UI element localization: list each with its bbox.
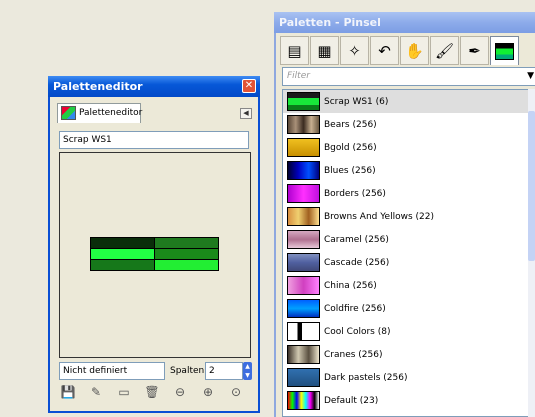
tab-paths-icon[interactable]: ✧: [340, 36, 369, 65]
scrollbar-thumb[interactable]: [528, 111, 535, 261]
palette-list-item-label: Scrap WS1 (6): [324, 96, 389, 107]
palette-list-item[interactable]: China (256): [283, 274, 530, 297]
palette-list-item-label: Caramel (256): [324, 234, 389, 245]
palette-list-item-label: Browns And Yellows (22): [324, 211, 434, 222]
swatch-cell[interactable]: [91, 249, 154, 259]
palette-list-item[interactable]: Cranes (256): [283, 343, 530, 366]
palette-thumbnail: [287, 161, 320, 180]
palette-list-item[interactable]: Dark pastels (256): [283, 366, 530, 389]
tab-palette-editor-label: Paletteneditor: [79, 108, 143, 118]
palette-list-item-label: Bears (256): [324, 119, 377, 130]
palette-list-item[interactable]: Coldfire (256): [283, 297, 530, 320]
palette-thumbnail: [287, 184, 320, 203]
palettes-title: Paletten - Pinsel: [279, 16, 381, 29]
palette-list-item-label: Cranes (256): [324, 349, 383, 360]
palette-thumbnail: [287, 138, 320, 157]
palette-thumbnail: [287, 207, 320, 226]
swatch-cell[interactable]: [155, 260, 218, 270]
dock-tabs: ▤ ▦ ✧ ↶ ✋ 🖌 ✒: [280, 36, 535, 67]
palette-thumbnail: [287, 345, 320, 364]
color-name-field[interactable]: Nicht definiert: [59, 362, 165, 380]
palette-list-item-label: Coldfire (256): [324, 303, 386, 314]
palette-list-item-label: China (256): [324, 280, 377, 291]
palette-icon: [61, 106, 76, 120]
close-icon[interactable]: ✕: [242, 79, 256, 93]
palette-list-item-label: Cascade (256): [324, 257, 390, 268]
save-icon[interactable]: 💾: [59, 383, 77, 401]
columns-spinner[interactable]: ▲ ▼: [243, 362, 252, 380]
palette-list-item-label: Cool Colors (8): [324, 326, 391, 337]
filter-placeholder: Filter: [287, 71, 310, 81]
palette-thumbnail: [287, 276, 320, 295]
columns-label: Spalten:: [170, 366, 208, 376]
tab-layers-icon[interactable]: ▤: [280, 36, 309, 65]
palette-name-field[interactable]: Scrap WS1: [59, 131, 249, 149]
palette-thumbnail: [287, 253, 320, 272]
swatch-grid: [90, 237, 219, 271]
tab-tool-options-icon[interactable]: ✋: [400, 36, 429, 65]
tab-palette-editor[interactable]: Paletteneditor: [57, 103, 143, 123]
palette-list-item-label: Default (23): [324, 395, 379, 406]
palette-list-item-label: Borders (256): [324, 188, 386, 199]
zoom-out-icon[interactable]: ⊖: [171, 383, 189, 401]
filter-dropdown-icon[interactable]: ▼: [527, 68, 534, 85]
palettes-brushes-window: Paletten - Pinsel ▤ ▦ ✧ ↶ ✋ 🖌 ✒ Filter ▼…: [274, 12, 535, 417]
swatch-cell[interactable]: [155, 249, 218, 259]
palette-list[interactable]: Scrap WS1 (6) Bears (256) Bgold (256) Blues…: [282, 89, 531, 417]
palette-list-scrollbar[interactable]: [528, 89, 535, 417]
tab-palettes-icon[interactable]: [490, 36, 519, 65]
palette-editor-title: Paletteneditor: [53, 80, 143, 93]
palette-thumbnail: [287, 322, 320, 341]
palette-thumbnail: [287, 230, 320, 249]
editor-button-row: 💾 ✎ ▭ 🗑 ⊖ ⊕ ⊙: [59, 383, 249, 403]
delete-icon[interactable]: 🗑: [143, 383, 161, 401]
palettes-titlebar[interactable]: Paletten - Pinsel: [274, 12, 535, 33]
palette-preview-area[interactable]: [59, 152, 251, 358]
palette-thumbnail: [287, 92, 320, 111]
swatch-cell[interactable]: [155, 238, 218, 248]
tab-undo-icon[interactable]: ↶: [370, 36, 399, 65]
palette-thumbnail: [287, 368, 320, 387]
palette-list-item[interactable]: Cool Colors (8): [283, 320, 530, 343]
filter-input[interactable]: Filter ▼: [282, 67, 535, 86]
tab-menu-arrow-icon[interactable]: ◀: [240, 108, 252, 119]
palette-list-item[interactable]: Browns And Yellows (22): [283, 205, 530, 228]
palette-list-item[interactable]: Bears (256): [283, 113, 530, 136]
tab-brushes-icon[interactable]: 🖌: [430, 36, 459, 65]
tab-channels-icon[interactable]: ▦: [310, 36, 339, 65]
palette-list-item[interactable]: Cascade (256): [283, 251, 530, 274]
palette-list-item-label: Dark pastels (256): [324, 372, 408, 383]
tab-paint-icon[interactable]: ✒: [460, 36, 489, 65]
palette-list-item-label: Bgold (256): [324, 142, 377, 153]
zoom-in-icon[interactable]: ⊕: [199, 383, 217, 401]
palette-list-item[interactable]: Bgold (256): [283, 136, 530, 159]
edit-icon[interactable]: ✎: [87, 383, 105, 401]
palette-list-item[interactable]: Blues (256): [283, 159, 530, 182]
columns-field[interactable]: 2: [205, 362, 243, 380]
palette-thumbnail: [287, 115, 320, 134]
palette-editor-titlebar[interactable]: Paletteneditor ✕: [48, 76, 260, 97]
zoom-fit-icon[interactable]: ⊙: [227, 383, 245, 401]
palette-thumbnail: [287, 299, 320, 318]
palette-list-item[interactable]: Caramel (256): [283, 228, 530, 251]
palette-list-item[interactable]: Borders (256): [283, 182, 530, 205]
swatch-cell[interactable]: [91, 238, 154, 248]
swatch-cell[interactable]: [91, 260, 154, 270]
new-color-icon[interactable]: ▭: [115, 383, 133, 401]
palette-thumbnail: [287, 391, 320, 410]
palette-list-item[interactable]: Scrap WS1 (6): [283, 90, 530, 113]
palette-list-item-label: Blues (256): [324, 165, 376, 176]
palette-list-item[interactable]: Default (23): [283, 389, 530, 412]
palette-editor-window: Paletteneditor ✕ Paletteneditor ◀ Scrap …: [48, 76, 260, 413]
